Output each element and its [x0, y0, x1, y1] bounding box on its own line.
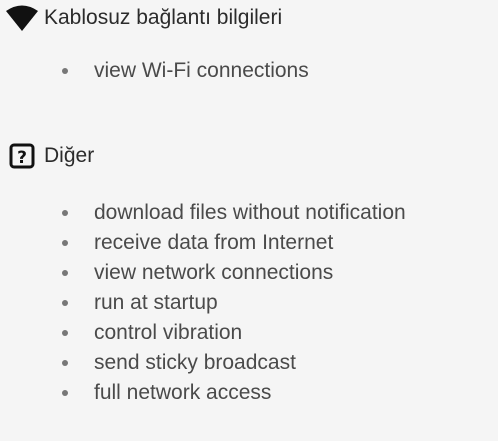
permission-label: send sticky broadcast: [94, 351, 296, 374]
permission-label: view Wi-Fi connections: [94, 59, 309, 82]
permission-label: full network access: [94, 381, 272, 404]
permission-label: run at startup: [94, 291, 218, 314]
permission-label: control vibration: [94, 321, 243, 344]
permission-list-other: download files without notification rece…: [62, 198, 406, 408]
permission-label: receive data from Internet: [94, 231, 334, 254]
permission-label: view network connections: [94, 261, 334, 284]
section-title: Kablosuz bağlantı bilgileri: [44, 6, 283, 29]
section-title: Diğer: [44, 144, 95, 167]
bullet: [62, 68, 68, 74]
list-item: download files without notification: [62, 198, 406, 228]
section-header-wireless: Kablosuz bağlantı bilgileri: [0, 0, 282, 36]
list-item: full network access: [62, 378, 406, 408]
bullet: [62, 240, 68, 246]
list-item: view Wi-Fi connections: [62, 56, 309, 86]
bullet: [62, 330, 68, 336]
wifi-icon: [0, 0, 44, 36]
permission-list-wireless: view Wi-Fi connections: [62, 56, 309, 86]
question-mark-icon: ?: [0, 138, 44, 174]
bullet: [62, 270, 68, 276]
bullet: [62, 210, 68, 216]
permission-label: download files without notification: [94, 201, 406, 224]
section-header-other: ? Diğer: [0, 138, 94, 174]
list-item: send sticky broadcast: [62, 348, 406, 378]
list-item: run at startup: [62, 288, 406, 318]
bullet: [62, 390, 68, 396]
svg-text:?: ?: [17, 148, 27, 168]
bullet: [62, 360, 68, 366]
list-item: control vibration: [62, 318, 406, 348]
list-item: view network connections: [62, 258, 406, 288]
list-item: receive data from Internet: [62, 228, 406, 258]
bullet: [62, 300, 68, 306]
